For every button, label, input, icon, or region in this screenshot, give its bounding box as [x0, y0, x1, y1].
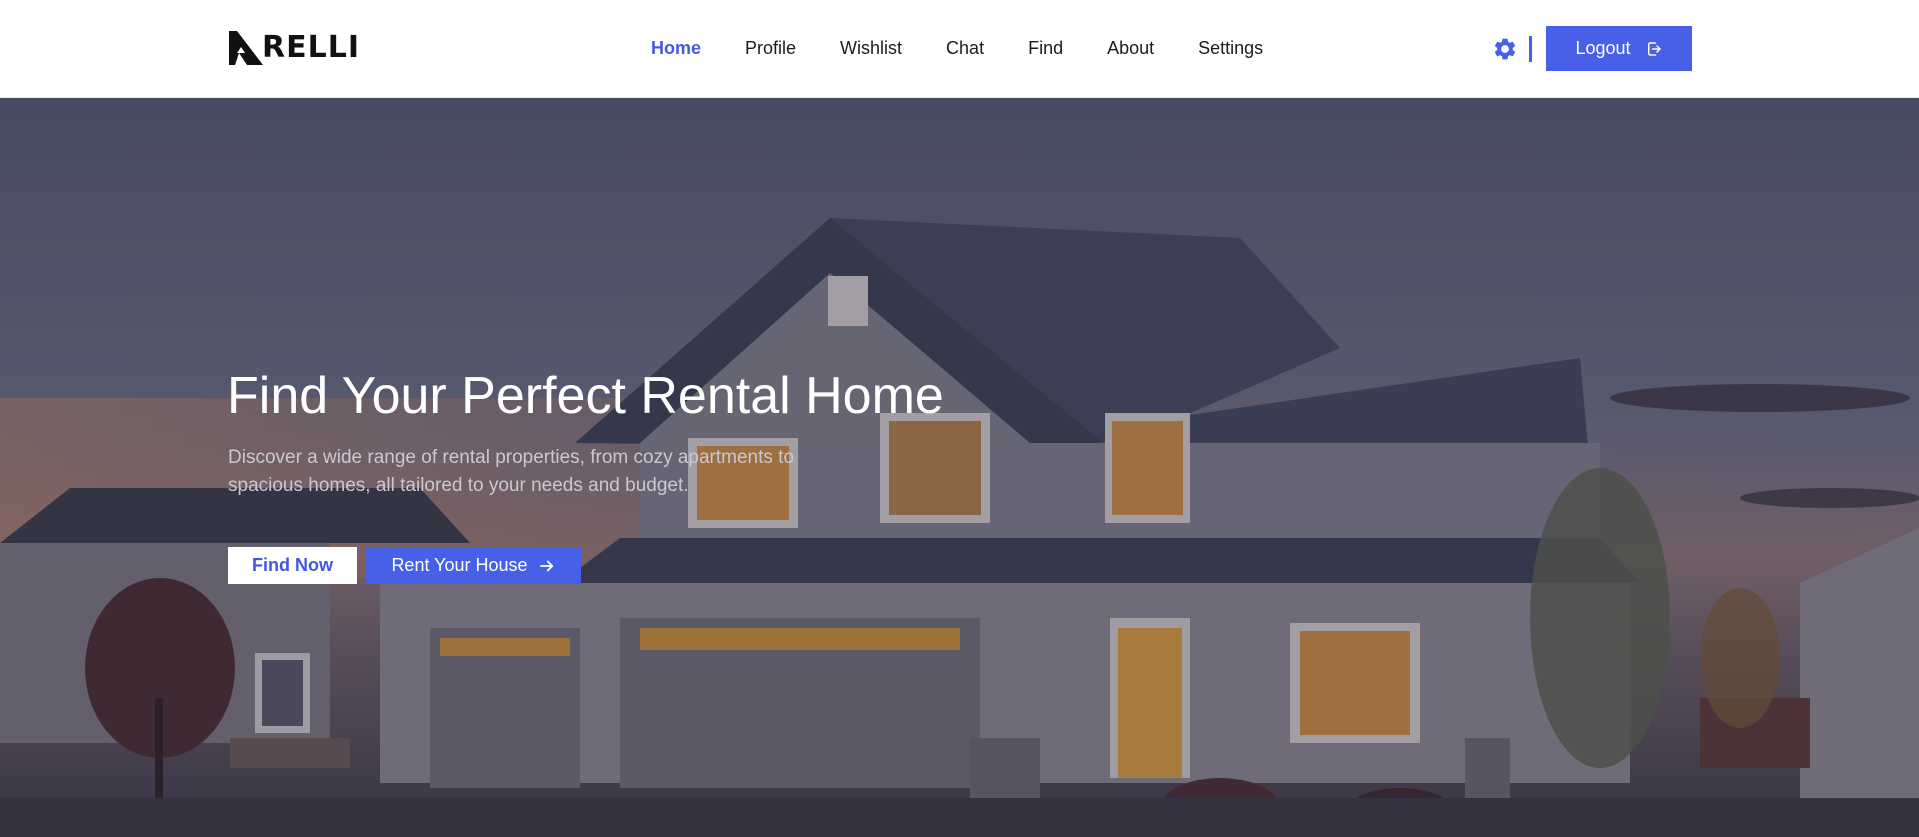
rent-your-house-label: Rent Your House: [391, 555, 528, 575]
brand-name: RELLI: [262, 30, 360, 65]
hero-description: Discover a wide range of rental properti…: [228, 447, 795, 496]
house-roof-logo-icon: [229, 31, 263, 65]
nav-item-settings[interactable]: Settings: [1198, 38, 1263, 59]
brand-logo[interactable]: RELLI: [227, 29, 360, 67]
nav-item-chat[interactable]: Chat: [946, 38, 984, 59]
main-nav: Home Profile Wishlist Chat Find About Se…: [651, 0, 1263, 97]
top-navbar: RELLI Home Profile Wishlist Chat Find Ab…: [0, 0, 1919, 98]
nav-item-find[interactable]: Find: [1028, 38, 1063, 59]
nav-item-profile[interactable]: Profile: [745, 38, 796, 59]
arrow-right-icon: [539, 560, 553, 571]
hero-section: Find Your Perfect Rental Home Discover a…: [0, 98, 1919, 837]
gear-icon: [1494, 38, 1516, 60]
nav-item-wishlist[interactable]: Wishlist: [840, 38, 902, 59]
find-now-button[interactable]: Find Now: [228, 547, 357, 584]
nav-item-about[interactable]: About: [1107, 38, 1154, 59]
logout-button[interactable]: Logout: [1546, 26, 1692, 71]
logout-label: Logout: [1575, 38, 1631, 58]
logout-icon: [1647, 41, 1661, 56]
nav-divider: [1529, 36, 1532, 62]
hero-title: Find Your Perfect Rental Home: [227, 367, 944, 425]
settings-button[interactable]: [1492, 36, 1518, 62]
nav-item-home[interactable]: Home: [651, 38, 701, 59]
rent-your-house-button[interactable]: Rent Your House: [366, 547, 581, 584]
